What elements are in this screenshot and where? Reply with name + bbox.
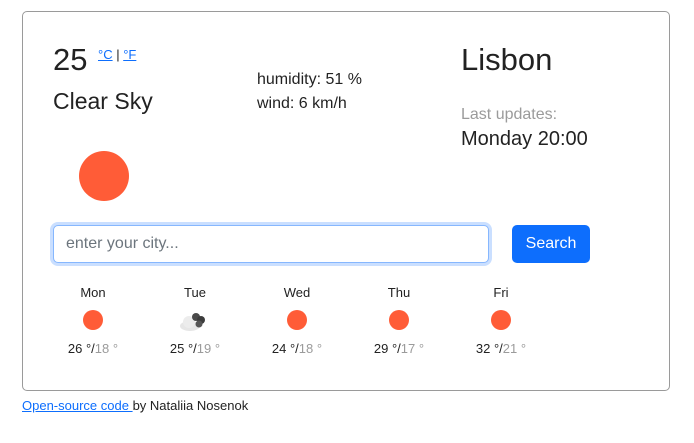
humidity-text: humidity: 51 % [257,71,362,88]
sun-icon [491,310,511,330]
forecast-min-temp: 18 ° [94,341,119,356]
forecast-max-temp: 29 °/ [373,341,401,356]
weather-description: Clear Sky [53,88,153,114]
search-button[interactable]: Search [512,225,590,263]
forecast-day-name: Tue [184,285,206,300]
sun-icon [79,151,129,201]
sun-icon [389,310,409,330]
last-updated-value: Monday 20:00 [461,128,588,150]
unit-separator: | [112,47,124,62]
forecast-day: Mon 26 °/18 ° [53,284,133,356]
forecast-max-temp: 32 °/ [475,341,503,356]
forecast-day-name: Thu [387,285,411,300]
celsius-link[interactable]: °C [98,47,113,62]
forecast-day: Wed 24 °/18 ° [257,284,337,356]
forecast-day-name: Wed [283,285,311,300]
footer-credit: Open-source code by Nataliia Nosenok [22,398,248,413]
source-code-link[interactable]: Open-source code [22,398,133,413]
weather-details: humidity: 51 % wind: 6 km/h [257,68,362,116]
forecast-min-temp: 21 ° [502,341,527,356]
forecast-max-temp: 24 °/ [271,341,299,356]
city-name: Lisbon [461,42,553,77]
forecast-max-temp: 26 °/ [67,341,95,356]
sun-icon [83,310,103,330]
forecast-day: Fri 32 °/21 ° [461,284,541,356]
forecast-max-temp: 25 °/ [169,341,197,356]
fahrenheit-link[interactable]: °F [123,47,136,62]
cloud-icon [180,313,205,331]
city-search-input[interactable] [53,225,489,263]
forecast-min-temp: 18 ° [298,341,323,356]
sun-icon [287,310,307,330]
forecast-min-temp: 17 ° [400,341,425,356]
last-updated-label: Last updates: [461,106,558,123]
forecast-min-temp: 19 ° [196,341,221,356]
forecast-day: Tue 25 °/19 ° [155,284,235,356]
weather-card: 25 °C | °F Clear Sky humidity: 51 % wind… [22,11,670,391]
forecast-day-name: Fri [493,285,509,300]
unit-switcher: °C | °F [98,47,136,62]
wind-text: wind: 6 km/h [257,95,347,112]
forecast-day: Thu 29 °/17 ° [359,284,439,356]
forecast-day-name: Mon [80,285,106,300]
forecast-row: Mon 26 °/18 ° Tue 25 °/19 ° Wed 24 °/18 … [53,284,573,364]
current-temperature: 25 [53,42,88,77]
footer-author: by Nataliia Nosenok [132,398,249,413]
